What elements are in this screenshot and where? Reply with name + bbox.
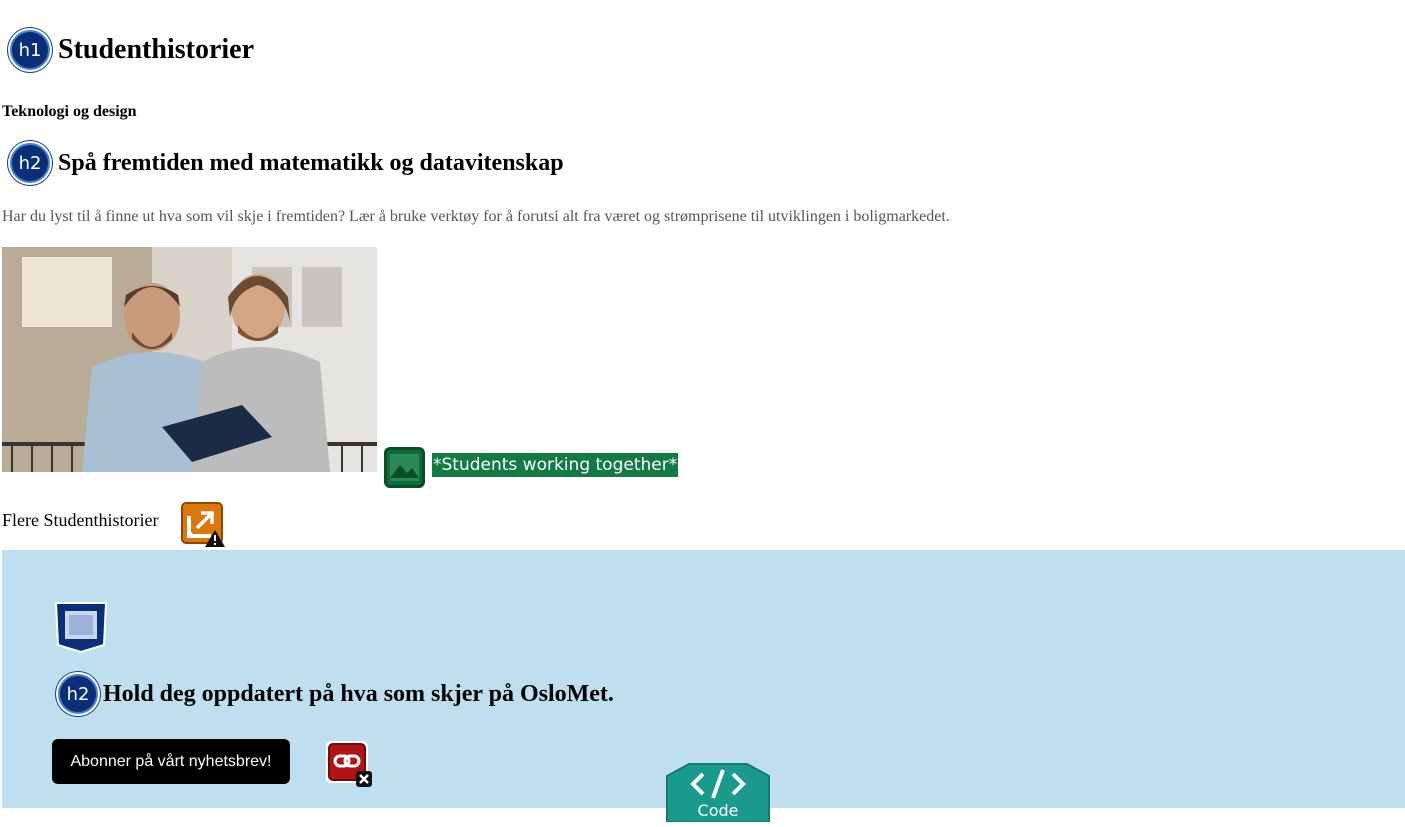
article-heading-row: h2 Spå fremtiden med matematikk og datav… (10, 143, 564, 183)
article-heading: Spå fremtiden med matematikk og datavite… (58, 149, 564, 176)
h2-badge-icon: h2 (58, 674, 98, 714)
h1-badge-icon: h1 (10, 30, 50, 70)
external-link-warning-icon (181, 502, 227, 548)
newsletter-heading: Hold deg oppdatert på hva som skjer på O… (103, 680, 614, 707)
article-photo[interactable] (2, 247, 377, 472)
code-icon: Code (659, 762, 777, 823)
article-lead: Har du lyst til å finne ut hva som vil s… (2, 208, 950, 225)
section-icon (54, 601, 108, 654)
newsletter-heading-row: h2 Hold deg oppdatert på hva som skjer p… (58, 674, 614, 714)
more-stories-link[interactable]: Flere Studenthistorier (2, 510, 158, 531)
h2-badge-icon: h2 (10, 143, 50, 183)
image-alt-text: *Students working together* (432, 453, 679, 477)
page-title-row: h1 Studenthistorier (10, 30, 254, 70)
broken-link-icon (324, 739, 374, 787)
code-label: Code (698, 801, 739, 820)
newsletter-section: h2 Hold deg oppdatert på hva som skjer p… (2, 550, 1405, 823)
image-icon (384, 447, 425, 488)
page-title: Studenthistorier (58, 34, 254, 65)
article-category: Teknologi og design (2, 103, 137, 120)
subscribe-button[interactable]: Abonner på vårt nyhetsbrev! (52, 739, 290, 784)
